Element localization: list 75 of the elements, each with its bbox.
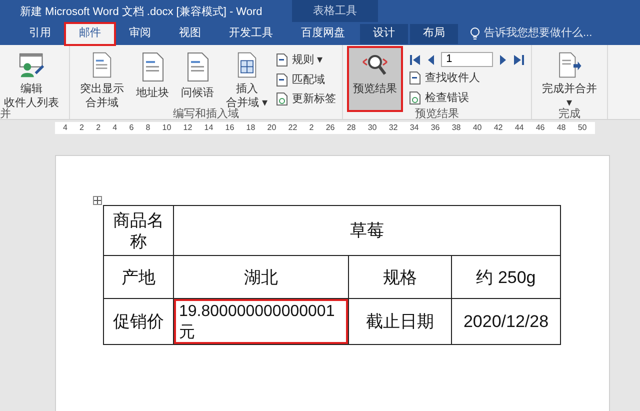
table-cell: 促销价 [104,299,174,345]
ruler-number: 4 [63,122,68,134]
ruler[interactable]: 4 2 2 4 6 8 10 12 14 16 18 20 22 2 26 28 30 32 34 36 38 40 42 44 46 48 50 [55,122,595,134]
ruler-number: 26 [326,122,335,134]
ruler-number: 2 [80,122,84,134]
ribbon-tab[interactable]: 开发工具 [216,24,286,44]
context-tab-group: 表格工具 [292,0,378,22]
ribbon-button[interactable]: 预览结果 [349,48,402,110]
ruler-number: 2 [96,122,101,134]
ruler-number: 28 [346,122,356,134]
group-label: 编写和插入域 [172,108,240,120]
table-move-handle-icon[interactable] [93,196,102,205]
ribbon-tab[interactable]: 百度网盘 [288,24,358,44]
ribbon-button[interactable]: 地址块 [132,48,173,110]
ruler-number: 40 [472,122,482,134]
ruler-number: 42 [494,122,503,134]
ruler-number: 2 [309,122,314,134]
lightbulb-icon [470,27,480,40]
ruler-number: 46 [536,122,545,134]
table-cell: 商品名称 [104,206,174,256]
last-record-icon[interactable] [513,54,526,66]
ruler-number: 12 [183,122,192,134]
small-document-icon [409,90,422,105]
ribbon-small-button[interactable]: 匹配域 [276,72,336,88]
tell-me-field[interactable]: 告诉我您想要做什么... [484,25,614,42]
ruler-number: 30 [368,122,377,134]
group-label: 完成 [558,108,582,120]
ruler-number: 4 [112,122,118,134]
ribbon-small-button[interactable]: 查找收件人 [409,70,526,86]
ruler-number: 22 [288,122,298,134]
table-cell: 规格 [349,256,452,299]
ruler-number: 10 [162,122,172,134]
ruler-number: 44 [514,122,524,134]
small-document-icon [276,72,288,87]
small-document-icon [276,92,288,106]
table-cell: 19.800000000000001元 [174,299,349,345]
small-document-icon [276,53,288,68]
record-field[interactable]: 1 [441,52,494,67]
ribbon-button[interactable]: 突出显示 合并域 [76,48,128,110]
ruler-number: 38 [452,122,461,134]
group-label: 预览结果 [414,108,460,120]
ruler-number: 6 [129,122,134,134]
ruler-number: 34 [410,122,419,134]
ribbon-tab[interactable]: 审阅 [116,24,164,44]
ribbon-tab[interactable]: 邮件 [66,24,114,44]
ruler-number: 36 [430,122,440,134]
ruler-number: 8 [146,122,150,134]
ruler-number: 48 [556,122,566,134]
ruler-number: 20 [267,122,276,134]
document-icon [186,52,210,82]
ribbon-small-button[interactable]: 更新标签 [276,91,336,108]
ribbon-tab[interactable]: 设计 [360,24,408,44]
table-cell: 草莓 [174,206,561,256]
recipient-list-icon [16,52,46,78]
small-document-icon [409,71,422,86]
ruler-number: 14 [204,122,214,134]
table-cell: 湖北 [174,256,349,299]
ribbon-small-button[interactable]: 规则 ▾ [276,52,336,68]
window-title: 新建 Microsoft Word 文档 .docx [兼容模式] - Word [19,4,264,20]
group-label: 并 [0,108,12,120]
ruler-number: 32 [388,122,398,134]
ruler-number: 16 [225,122,234,134]
first-record-icon[interactable] [409,54,422,66]
ribbon-small-button[interactable]: 检查错误 [409,90,526,106]
ribbon-tab[interactable]: 视图 [166,24,214,44]
ruler-number: 18 [246,122,256,134]
table-cell: 截止日期 [349,299,452,345]
table-cell: 2020/12/28 [452,299,561,345]
document-icon [90,52,114,78]
ribbon-tab[interactable]: 引用 [16,24,64,44]
ribbon-tab[interactable]: 布局 [410,24,458,44]
document-icon [140,52,164,82]
ruler-number: 50 [578,122,587,134]
table-cell: 产地 [104,256,174,299]
table-cell: 约 250g [452,256,561,299]
